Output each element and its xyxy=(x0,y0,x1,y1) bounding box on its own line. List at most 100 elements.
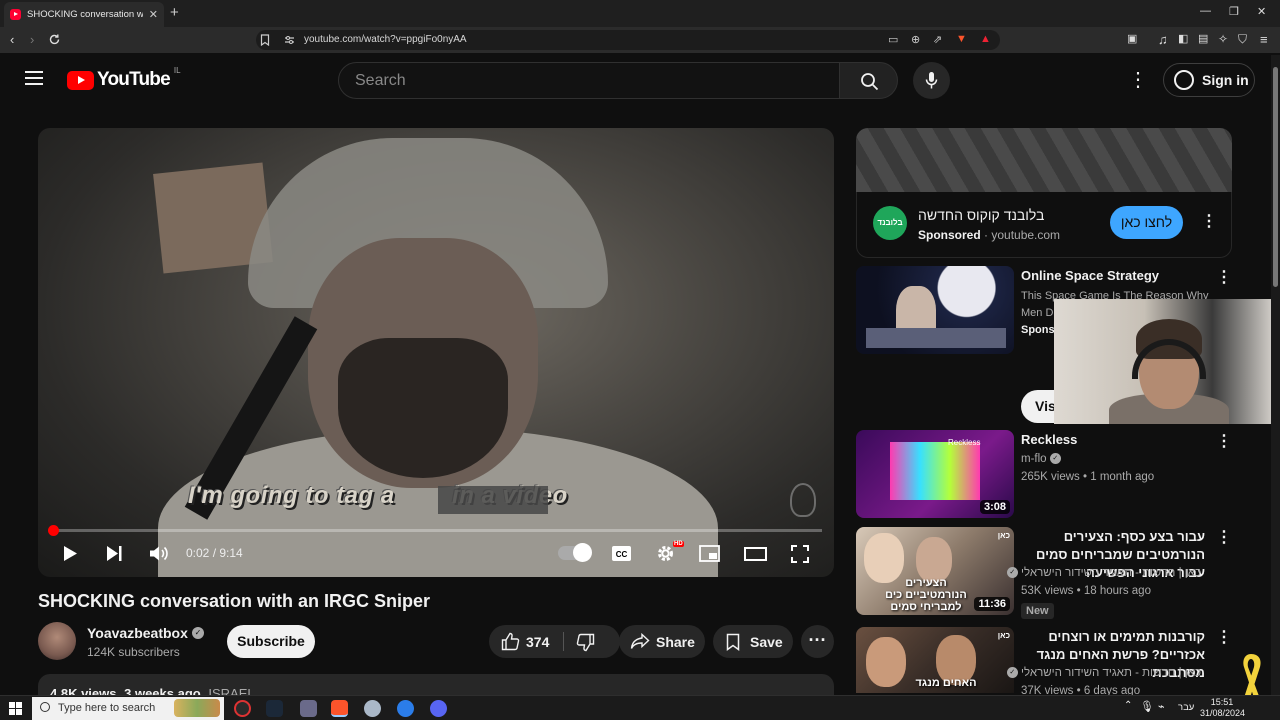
related-channel[interactable]: m-flo ✓ xyxy=(1021,453,1061,465)
windows-start-icon[interactable] xyxy=(9,702,22,715)
verified-badge-icon: ✓ xyxy=(1049,453,1061,465)
page-scrollbar[interactable] xyxy=(1271,55,1280,695)
search-input[interactable] xyxy=(355,72,815,90)
youtube-header: YouTube IL ⋮ Sign in xyxy=(0,53,1280,108)
media-icon[interactable]: ♫ xyxy=(1158,32,1168,47)
ad-card[interactable]: בלובנד בלובנד קוקוס החדשה Sponsored · yo… xyxy=(856,192,1232,258)
subscribe-button[interactable]: Subscribe xyxy=(227,625,315,658)
back-icon[interactable]: ‹ xyxy=(10,32,14,47)
like-icon[interactable] xyxy=(501,632,520,651)
network-icon[interactable]: ⌁ xyxy=(1158,700,1165,713)
theater-mode-icon[interactable] xyxy=(744,547,767,561)
related-title[interactable]: Reckless xyxy=(1021,431,1211,449)
like-count[interactable]: 374 xyxy=(526,634,549,650)
settings-gear-icon[interactable] xyxy=(656,544,675,563)
taskbar-search[interactable]: Type here to search xyxy=(32,697,224,720)
brave-app-icon[interactable] xyxy=(331,700,348,717)
app-icon[interactable] xyxy=(364,700,381,717)
miniplayer-icon[interactable] xyxy=(699,545,720,562)
sidebar-icon[interactable]: ◧ xyxy=(1178,32,1188,45)
sign-in-button[interactable]: Sign in xyxy=(1163,63,1255,97)
more-actions-icon[interactable]: ··· xyxy=(801,625,834,658)
sidebar-panel-icon[interactable]: ▣ xyxy=(1127,32,1137,45)
cast-icon[interactable]: ▭ xyxy=(888,33,898,46)
leo-ai-icon[interactable]: ✧ xyxy=(1218,32,1228,46)
save-button[interactable]: Save xyxy=(713,625,793,658)
zoom-icon[interactable]: ⊕ xyxy=(911,33,920,46)
ad-title[interactable]: בלובנד קוקוס החדשה xyxy=(918,207,1044,223)
ad-menu-icon[interactable]: ⋮ xyxy=(1201,214,1217,230)
related-channel-name[interactable]: m-flo xyxy=(1021,453,1047,465)
time-display: 0:02 / 9:14 xyxy=(186,546,243,560)
channel-avatar[interactable] xyxy=(38,622,76,660)
minimize-button[interactable]: — xyxy=(1200,5,1211,17)
related-thumbnail[interactable]: Reckless 3:08 xyxy=(856,430,1014,518)
account-icon xyxy=(1174,70,1194,90)
ad-banner-image[interactable] xyxy=(856,128,1232,192)
volume-icon[interactable] xyxy=(149,545,169,562)
site-settings-icon[interactable] xyxy=(284,35,295,45)
browser-tab[interactable]: SHOCKING conversation with an IRGC Snipe… xyxy=(4,2,164,27)
obs-app-icon[interactable] xyxy=(234,700,251,717)
app-icon[interactable] xyxy=(300,700,317,717)
play-icon[interactable] xyxy=(63,545,78,562)
related-menu-icon[interactable]: ⋮ xyxy=(1216,270,1232,286)
scrubber-handle[interactable] xyxy=(48,525,60,536)
language-indicator[interactable]: עבר xyxy=(1178,702,1194,713)
new-tab-button[interactable]: + xyxy=(170,4,179,21)
voice-search-button[interactable] xyxy=(913,62,950,99)
bookmark-icon[interactable] xyxy=(260,34,270,46)
related-title[interactable]: Online Space Strategy xyxy=(1021,267,1211,285)
search-icon xyxy=(861,73,879,91)
windows-taskbar: Type here to search ⌃ 🎙 ⌁ עבר 15:51 31/0… xyxy=(0,695,1280,720)
taskbar-clock[interactable]: 15:51 31/08/2024 xyxy=(1200,697,1245,719)
autoplay-toggle[interactable] xyxy=(558,543,592,562)
related-thumbnail[interactable]: האחים מנגד כאן xyxy=(856,627,1014,693)
related-menu-icon[interactable]: ⋮ xyxy=(1216,630,1232,646)
related-thumbnail[interactable] xyxy=(856,266,1014,354)
progress-bar[interactable] xyxy=(48,525,822,536)
tab-close-icon[interactable]: ✕ xyxy=(149,8,158,21)
related-channel-name[interactable]: כאן | חדשות - תאגיד השידור הישראלי xyxy=(1021,667,1201,679)
related-channel[interactable]: כאן | חדשות - תאגיד השידור הישראלי ✓ xyxy=(1006,567,1201,579)
subtitles-icon[interactable]: CC xyxy=(611,545,632,562)
share-button[interactable]: Share xyxy=(619,625,705,658)
wallet-icon[interactable]: ▤ xyxy=(1198,32,1208,45)
close-window-button[interactable]: ✕ xyxy=(1257,5,1266,18)
vpn-icon[interactable]: ⛉ xyxy=(1238,32,1247,47)
related-channel[interactable]: כאן | חדשות - תאגיד השידור הישראלי ✓ xyxy=(1006,667,1201,679)
reload-icon[interactable] xyxy=(48,33,61,46)
tray-chevron-icon[interactable]: ⌃ xyxy=(1124,700,1132,711)
fullscreen-icon[interactable] xyxy=(791,545,809,563)
dislike-icon[interactable] xyxy=(576,633,595,652)
related-channel-name[interactable]: כאן | חדשות - תאגיד השידור הישראלי xyxy=(1021,567,1201,579)
next-icon[interactable] xyxy=(106,545,123,562)
related-thumbnail[interactable]: הצעירים הנורמטיביים כים למבריחי סמים כאן… xyxy=(856,527,1014,615)
microphone-icon[interactable]: 🎙 xyxy=(1140,700,1154,713)
video-player[interactable]: I'm going to tag a in a video 0:02 / 9:1… xyxy=(38,128,834,577)
settings-kebab-icon[interactable]: ⋮ xyxy=(1128,70,1148,90)
brave-rewards-icon[interactable]: ▲ xyxy=(980,33,991,45)
search-box[interactable] xyxy=(338,62,840,99)
restore-button[interactable]: ❐ xyxy=(1229,5,1239,18)
app-icon[interactable] xyxy=(430,700,447,717)
channel-watermark-icon[interactable] xyxy=(790,483,816,517)
ad-logo[interactable]: בלובנד xyxy=(873,206,907,240)
address-bar[interactable]: youtube.com/watch?v=ppgiFo0nyAA ▭ ⊕ ⇗ ▼ … xyxy=(256,30,1000,50)
brave-shields-icon[interactable]: ▼ xyxy=(956,33,967,45)
hamburger-menu-icon[interactable] xyxy=(25,71,43,85)
ad-cta-button[interactable]: לחצו כאן xyxy=(1110,206,1183,239)
app-icon[interactable] xyxy=(397,700,414,717)
share-page-icon[interactable]: ⇗ xyxy=(933,33,942,46)
steam-app-icon[interactable] xyxy=(266,700,283,717)
youtube-logo[interactable]: YouTube IL xyxy=(67,66,181,91)
related-menu-icon[interactable]: ⋮ xyxy=(1216,530,1232,546)
forward-icon[interactable]: › xyxy=(30,32,34,47)
scrollbar-thumb[interactable] xyxy=(1273,67,1278,287)
related-menu-icon[interactable]: ⋮ xyxy=(1216,434,1232,450)
video-title: SHOCKING conversation with an IRGC Snipe… xyxy=(38,591,431,611)
search-button[interactable] xyxy=(839,62,898,99)
browser-menu-icon[interactable]: ≡ xyxy=(1260,32,1268,47)
channel-name[interactable]: Yoavazbeatbox xyxy=(87,625,188,641)
save-label: Save xyxy=(750,634,783,650)
